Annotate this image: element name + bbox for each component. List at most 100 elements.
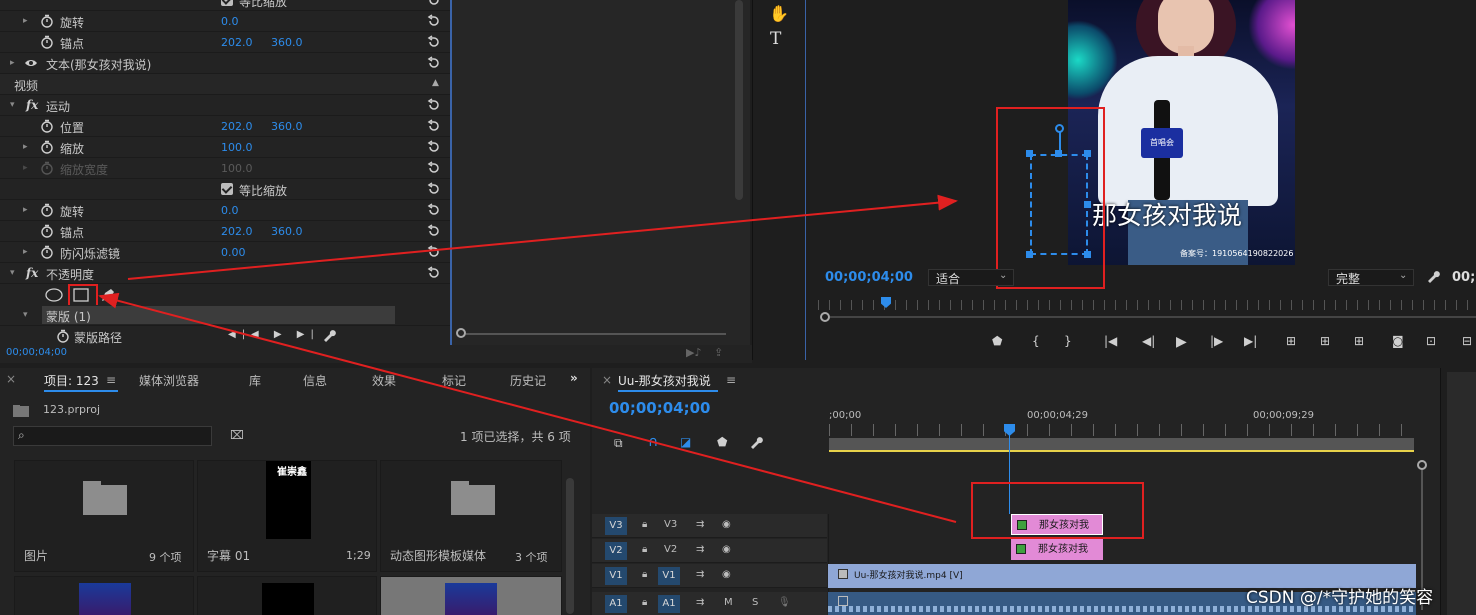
work-area-bar[interactable] — [829, 438, 1414, 452]
type-tool-icon[interactable]: T — [770, 29, 781, 49]
wrench-icon[interactable] — [1426, 269, 1440, 283]
eye-icon[interactable]: ◉ — [722, 519, 731, 530]
time-ruler[interactable] — [829, 424, 1414, 436]
anchor-y-value[interactable]: 360.0 — [271, 225, 303, 238]
bin-item-images[interactable]: 图片 9 个项 — [14, 460, 194, 572]
fx-icon[interactable]: fx — [26, 98, 38, 112]
scale-value[interactable]: 100.0 — [221, 141, 253, 154]
step-back-icon[interactable]: ◀| — [1142, 334, 1155, 348]
go-to-out-icon[interactable]: ▶| — [1244, 334, 1257, 348]
text-layer-row[interactable]: ▸ 文本(那女孩对我说) — [0, 53, 450, 74]
project-search-input[interactable]: ⌕ — [13, 426, 212, 446]
reset-icon[interactable] — [427, 140, 441, 154]
timeline-timecode[interactable]: 00;00;04;00 — [609, 399, 711, 417]
stopwatch-icon[interactable] — [40, 245, 54, 259]
stopwatch-icon[interactable] — [40, 224, 54, 238]
stopwatch-icon[interactable] — [40, 119, 54, 133]
reset-icon[interactable] — [427, 161, 441, 175]
anchor-x-value[interactable]: 202.0 — [221, 36, 253, 49]
stopwatch-icon[interactable] — [40, 140, 54, 154]
audio-icon[interactable]: ▶♪ — [686, 346, 701, 359]
go-to-in-icon[interactable]: |◀ — [1104, 334, 1117, 348]
position-x-value[interactable]: 202.0 — [221, 120, 253, 133]
nest-icon[interactable]: ⧉ — [614, 436, 623, 451]
sync-lock-icon[interactable]: ⇉ — [696, 519, 704, 530]
mic-icon[interactable]: 🎙︎ — [778, 597, 791, 608]
lift-icon[interactable]: ⊞ — [1286, 334, 1296, 348]
program-ruler[interactable] — [818, 300, 1476, 310]
pen-mask-icon[interactable] — [99, 286, 117, 304]
track-v1[interactable]: V1 🔒︎ V1 ⇉ ◉ — [592, 564, 827, 588]
anchor-y-value[interactable]: 360.0 — [271, 36, 303, 49]
sequence-tab[interactable]: Uu-那女孩对我说 — [618, 372, 711, 389]
tab-history[interactable]: 历史记 — [510, 372, 546, 389]
bin-item-video[interactable] — [14, 576, 194, 615]
mark-out-icon[interactable]: } — [1064, 334, 1072, 348]
tab-markers[interactable]: 标记 — [442, 372, 466, 389]
track-target-v3[interactable]: V3 — [605, 517, 627, 535]
fit-dropdown[interactable]: 适合 ⌄ — [928, 269, 1014, 286]
tab-project[interactable]: 项目: 123 — [44, 372, 99, 389]
eye-icon[interactable] — [24, 58, 38, 68]
ellipse-mask-icon[interactable] — [44, 287, 64, 303]
bin-item-title01[interactable]: 崔崇鑫 字幕 01 1;29 — [197, 460, 377, 572]
mute-button[interactable]: M — [724, 597, 733, 608]
reset-icon[interactable] — [427, 35, 441, 49]
program-timecode[interactable]: 00;00;04;00 — [825, 270, 913, 285]
find-icon[interactable]: ⌧ — [230, 428, 244, 442]
sync-lock-icon[interactable]: ⇉ — [696, 597, 704, 608]
bin-item-mogrt[interactable]: 动态图形模板媒体 3 个项 — [380, 460, 562, 572]
sync-lock-icon[interactable]: ⇉ — [696, 544, 704, 555]
fx-icon[interactable]: fx — [26, 266, 38, 280]
tab-media-browser[interactable]: 媒体浏览器 — [139, 372, 199, 389]
bin-item-sequence[interactable] — [380, 576, 562, 615]
track-target-a1[interactable]: A1 — [658, 595, 680, 613]
track-target-v1[interactable]: V1 — [658, 567, 680, 585]
twirl-down-icon[interactable]: ▾ — [23, 310, 28, 320]
stopwatch-icon[interactable] — [40, 203, 54, 217]
sync-lock-icon[interactable]: ⇉ — [696, 569, 704, 580]
uniform-scale-checkbox[interactable] — [221, 183, 233, 195]
clip-v2[interactable]: 那女孩对我 — [1011, 539, 1103, 560]
opacity-row[interactable]: ▾ fx 不透明度 — [0, 263, 450, 284]
uniform-scale-checkbox[interactable] — [221, 0, 233, 6]
twirl-icon[interactable]: ▸ — [23, 247, 28, 257]
wrench-icon[interactable] — [749, 435, 763, 449]
reset-icon[interactable] — [427, 182, 441, 196]
source-patch-a1[interactable]: A1 — [605, 595, 627, 613]
track-v3[interactable]: V3 🔒︎ V3 ⇉ ◉ — [592, 514, 827, 538]
reset-icon[interactable] — [427, 224, 441, 238]
reset-icon[interactable] — [427, 0, 441, 7]
twirl-icon[interactable]: ▸ — [10, 58, 15, 68]
lock-icon[interactable]: 🔒︎ — [642, 597, 647, 608]
camera-icon[interactable]: ◙ — [1392, 334, 1404, 348]
add-marker-icon[interactable]: ⬟ — [992, 334, 1002, 348]
panel-menu-icon[interactable]: ≡ — [106, 373, 116, 387]
snap-icon[interactable]: ∩ — [648, 434, 658, 450]
panel-menu-icon[interactable]: ≡ — [726, 373, 736, 387]
tab-effects[interactable]: 效果 — [372, 372, 396, 389]
lock-icon[interactable]: 🔒︎ — [642, 544, 647, 555]
reset-icon[interactable] — [427, 245, 441, 259]
reset-icon[interactable] — [427, 14, 441, 28]
stopwatch-icon[interactable] — [40, 14, 54, 28]
insert-icon[interactable]: ⊞ — [1354, 334, 1364, 348]
lock-icon[interactable]: 🔒︎ — [642, 569, 647, 580]
reset-icon[interactable] — [427, 98, 441, 112]
reset-icon[interactable] — [427, 203, 441, 217]
linked-selection-icon[interactable]: ◪ — [680, 435, 691, 449]
mask-track-controls-icon[interactable]: ◀|◀ ▶ ▶| — [228, 329, 320, 340]
quality-dropdown[interactable]: 完整 ⌄ — [1328, 269, 1414, 286]
mark-in-icon[interactable]: { — [1032, 334, 1040, 348]
panel-close-icon[interactable]: × — [6, 372, 16, 386]
bin-item-black[interactable] — [197, 576, 377, 615]
vertical-zoom-handle[interactable] — [1417, 460, 1427, 470]
button-editor-icon[interactable]: ⊡ — [1426, 334, 1436, 348]
hand-tool-icon[interactable]: ✋ — [769, 4, 789, 23]
export-icon[interactable]: ⇪ — [714, 346, 723, 359]
track-v2[interactable]: V2 🔒︎ V2 ⇉ ◉ — [592, 539, 827, 563]
more-tabs-icon[interactable]: » — [570, 371, 578, 385]
zoom-handle[interactable] — [456, 328, 466, 338]
reset-icon[interactable] — [427, 266, 441, 280]
compare-icon[interactable]: ⊟ — [1462, 334, 1472, 348]
